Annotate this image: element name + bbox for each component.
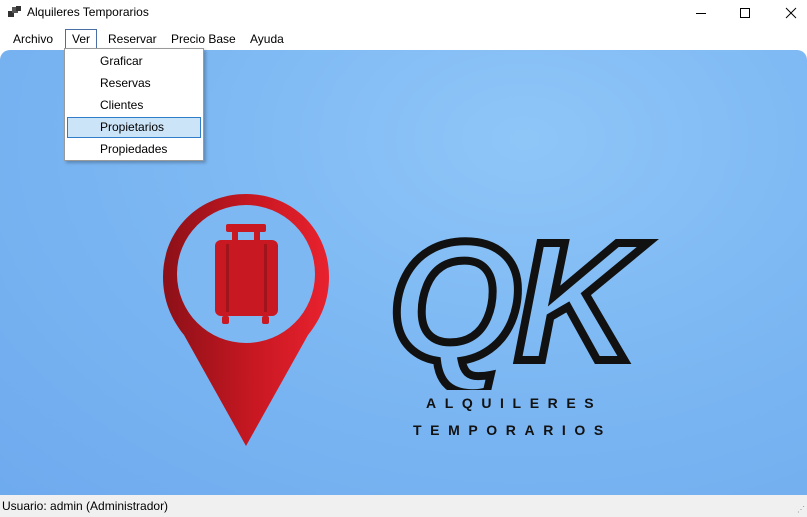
menu-bar: Archivo Ver Reservar Precio Base Ayuda xyxy=(0,28,807,50)
status-bar: Usuario: admin (Administrador) ⋰ xyxy=(0,495,807,517)
menu-ver[interactable]: Ver xyxy=(65,29,98,49)
menu-item-propietarios[interactable]: Propietarios xyxy=(67,117,201,138)
menu-item-propiedades[interactable]: Propiedades xyxy=(67,139,201,160)
resize-grip-icon[interactable]: ⋰ xyxy=(797,505,805,514)
maximize-icon xyxy=(740,8,750,18)
menu-item-graficar[interactable]: Graficar xyxy=(67,51,201,72)
minimize-icon xyxy=(696,13,706,14)
menu-ayuda[interactable]: Ayuda xyxy=(244,29,290,49)
app-window-icon xyxy=(8,6,21,17)
menu-archivo[interactable]: Archivo xyxy=(7,29,59,49)
ver-dropdown-menu: Graficar Reservas Clientes Propietarios … xyxy=(64,48,204,161)
close-icon xyxy=(785,7,797,19)
menu-reservar[interactable]: Reservar xyxy=(102,29,163,49)
menu-item-reservas[interactable]: Reservas xyxy=(67,73,201,94)
menu-item-clientes[interactable]: Clientes xyxy=(67,95,201,116)
title-bar: Alquileres Temporarios xyxy=(0,0,807,26)
location-pin-suitcase-icon xyxy=(163,194,329,446)
close-button[interactable] xyxy=(768,0,807,26)
window-title: Alquileres Temporarios xyxy=(27,5,149,19)
brand-text: QK xyxy=(389,207,649,390)
tagline-line2: TEMPORARIOS xyxy=(413,422,612,438)
tagline-line1: ALQUILERES xyxy=(426,395,603,411)
maximize-button[interactable] xyxy=(722,0,768,26)
status-user-label: Usuario: admin (Administrador) xyxy=(2,499,169,513)
minimize-button[interactable] xyxy=(678,0,724,26)
menu-precio-base[interactable]: Precio Base xyxy=(165,29,242,49)
qk-brand-logo: QK xyxy=(385,203,659,390)
